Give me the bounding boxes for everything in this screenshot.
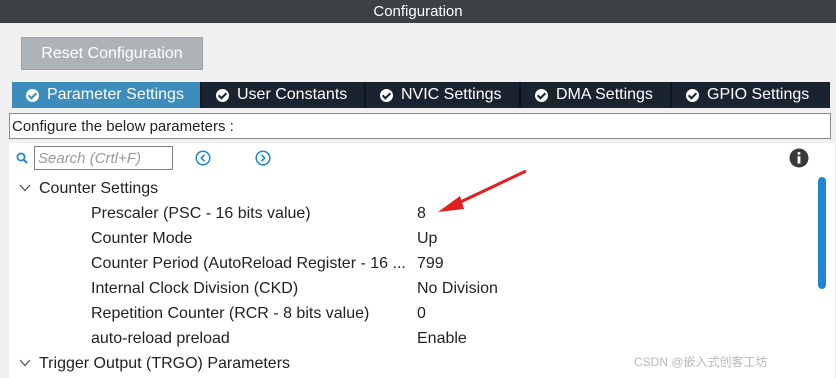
parameter-panel: Counter Settings Prescaler (PSC - 16 bit… <box>9 143 835 378</box>
param-name: Counter Period (AutoReload Register - 16… <box>91 254 406 272</box>
check-circle-icon <box>380 88 393 102</box>
param-name: Internal Clock Division (CKD) <box>91 279 299 297</box>
window-title: Configuration <box>0 0 836 23</box>
tab-label: Parameter Settings <box>47 86 184 103</box>
tab-user-constants[interactable]: User Constants <box>202 82 366 108</box>
search-input[interactable] <box>34 146 173 170</box>
tab-label: DMA Settings <box>556 86 653 103</box>
check-circle-icon <box>686 88 699 102</box>
param-value[interactable]: 799 <box>417 255 444 273</box>
reset-configuration-button[interactable]: Reset Configuration <box>21 37 203 70</box>
vertical-scrollbar[interactable] <box>818 177 826 289</box>
tab-nvic-settings[interactable]: NVIC Settings <box>366 82 521 108</box>
tab-parameter-settings[interactable]: Parameter Settings <box>12 82 202 108</box>
next-result-icon[interactable] <box>255 150 271 166</box>
param-row[interactable]: auto-reload preload Enable <box>9 326 809 351</box>
param-row[interactable]: Counter Period (AutoReload Register - 16… <box>9 251 809 276</box>
param-value[interactable]: 8 <box>417 205 426 223</box>
previous-result-icon[interactable] <box>195 150 211 166</box>
check-circle-icon <box>26 88 39 102</box>
settings-tab-bar: Parameter Settings User Constants NVIC S… <box>12 82 830 108</box>
param-name: Prescaler (PSC - 16 bits value) <box>91 204 311 222</box>
param-name: auto-reload preload <box>91 329 230 347</box>
param-value[interactable]: No Division <box>417 280 498 298</box>
group-label: Trigger Output (TRGO) Parameters <box>39 354 291 372</box>
param-value[interactable]: Enable <box>417 330 467 348</box>
group-counter-settings[interactable]: Counter Settings <box>9 176 809 201</box>
tab-label: NVIC Settings <box>401 86 502 103</box>
info-icon[interactable] <box>789 148 809 168</box>
tab-label: User Constants <box>237 86 348 103</box>
tab-dma-settings[interactable]: DMA Settings <box>521 82 672 108</box>
group-label: Counter Settings <box>39 179 159 197</box>
tab-gpio-settings[interactable]: GPIO Settings <box>672 82 830 108</box>
param-row[interactable]: Repetition Counter (RCR - 8 bits value) … <box>9 301 809 326</box>
param-name: Counter Mode <box>91 229 193 247</box>
param-row[interactable]: Counter Mode Up <box>9 226 809 251</box>
param-value[interactable]: 0 <box>417 305 426 323</box>
chevron-down-icon <box>19 184 31 192</box>
check-circle-icon <box>535 88 548 102</box>
red-annotation-arrow-icon <box>438 169 527 212</box>
param-row[interactable]: Prescaler (PSC - 16 bits value) 8 <box>9 201 809 226</box>
param-name: Repetition Counter (RCR - 8 bits value) <box>91 304 370 322</box>
watermark: CSDN @嵌入式创客工坊 <box>634 355 768 369</box>
tab-label: GPIO Settings <box>707 86 810 103</box>
search-icon <box>16 152 28 164</box>
check-circle-icon <box>216 88 229 102</box>
description-box: Configure the below parameters : <box>9 113 831 139</box>
param-value[interactable]: Up <box>417 230 437 248</box>
param-row[interactable]: Internal Clock Division (CKD) No Divisio… <box>9 276 809 301</box>
chevron-down-icon <box>19 359 31 367</box>
